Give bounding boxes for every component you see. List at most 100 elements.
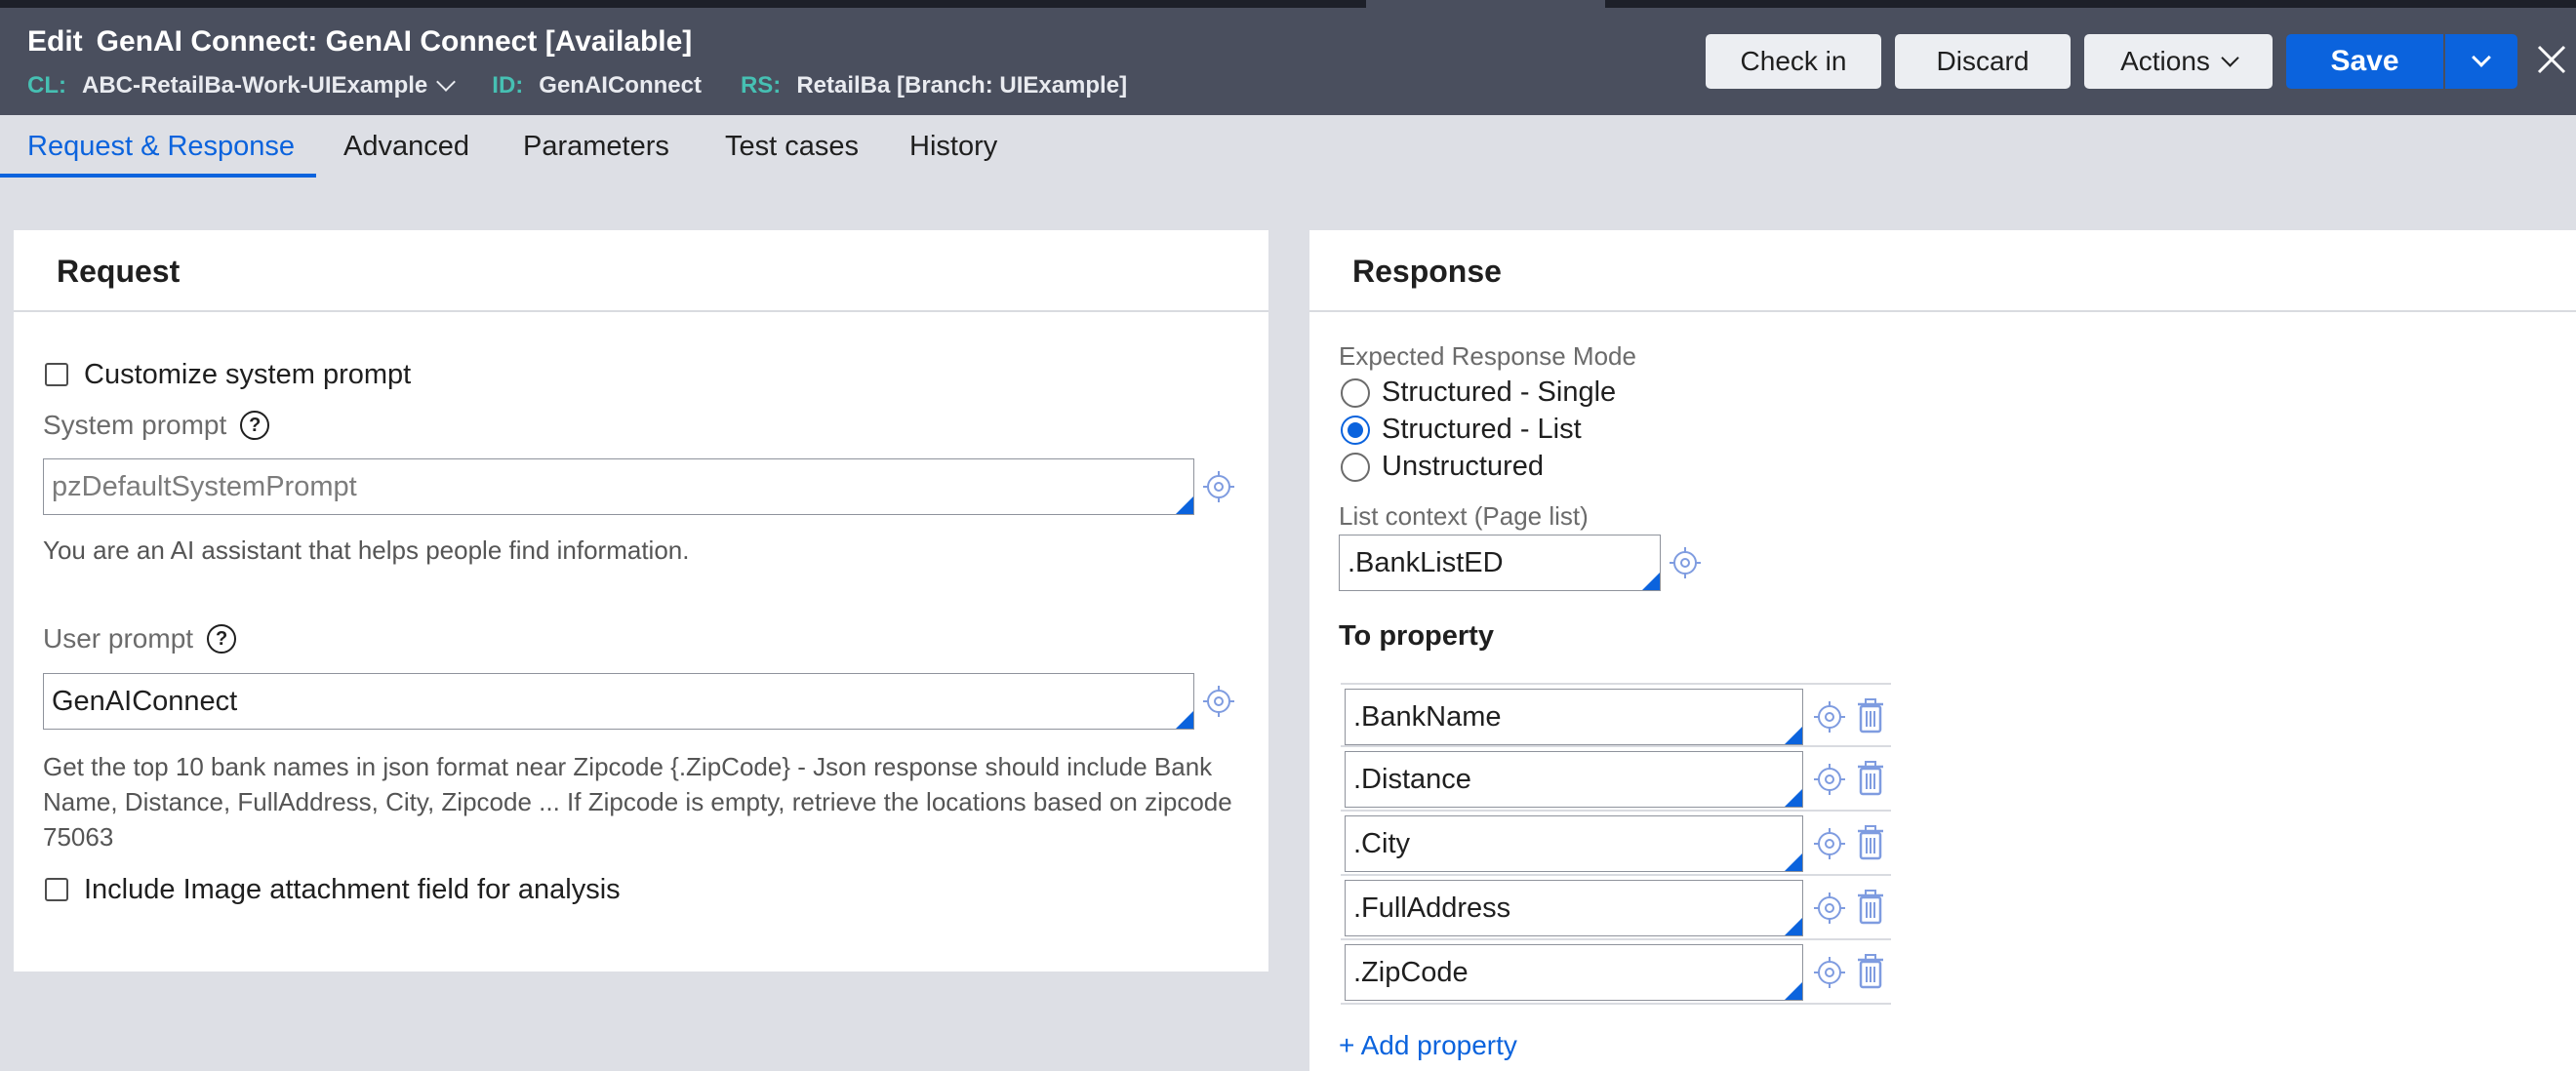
crosshair-icon[interactable] (1813, 700, 1846, 734)
user-prompt-label: User prompt (43, 623, 194, 654)
editor-header: Edit GenAI Connect: GenAI Connect [Availa… (0, 0, 2576, 115)
add-property-link[interactable]: + Add property (1339, 1030, 1517, 1061)
autocomplete-corner (1642, 573, 1660, 590)
divider (1309, 310, 2576, 312)
actions-menu-button[interactable]: Actions (2084, 34, 2273, 89)
ruleset-value: RetailBa [Branch: UIExample] (796, 72, 1128, 99)
help-icon[interactable]: ? (240, 411, 270, 440)
property-input[interactable]: .Distance (1345, 751, 1803, 808)
radio-structured-single[interactable] (1341, 378, 1370, 408)
autocomplete-corner (1785, 727, 1802, 744)
cl-key: CL: (27, 72, 66, 99)
radio-structured-list-label: Structured - List (1382, 414, 1582, 445)
tab-request-response[interactable]: Request & Response (27, 131, 295, 163)
request-title: Request (57, 254, 181, 289)
property-value: .BankName (1353, 700, 1502, 733)
tab-parameters[interactable]: Parameters (523, 131, 669, 163)
property-input[interactable]: .BankName (1345, 689, 1803, 745)
header-top-stripe (1605, 0, 2576, 8)
property-value: .FullAddress (1353, 892, 1511, 924)
customize-system-prompt-label: Customize system prompt (84, 359, 412, 390)
radio-structured-single-label: Structured - Single (1382, 377, 1617, 408)
trash-icon[interactable] (1856, 698, 1885, 734)
system-prompt-label-row: System prompt ? (43, 410, 270, 441)
request-panel: Request Customize system prompt System p… (14, 230, 1268, 972)
response-title: Response (1352, 254, 1502, 289)
crosshair-icon[interactable] (1202, 470, 1235, 503)
save-options-button[interactable] (2445, 34, 2517, 89)
user-prompt-input[interactable]: GenAIConnect (43, 673, 1194, 730)
list-item: .BankName (1341, 683, 1891, 747)
crosshair-icon[interactable] (1669, 546, 1702, 579)
chevron-down-icon[interactable] (436, 72, 457, 92)
list-item: .City (1341, 812, 1891, 876)
id-key: ID: (492, 72, 524, 99)
radio-unstructured-label: Unstructured (1382, 451, 1545, 482)
crosshair-icon[interactable] (1813, 956, 1846, 989)
property-input[interactable]: .City (1345, 815, 1803, 872)
header-top-stripe (0, 0, 1366, 8)
user-prompt-text: Get the top 10 bank names in json format… (43, 752, 1232, 852)
help-icon[interactable]: ? (207, 624, 237, 654)
autocomplete-corner (1785, 789, 1802, 807)
tab-history[interactable]: History (909, 131, 997, 163)
trash-icon[interactable] (1856, 761, 1885, 796)
property-input[interactable]: .FullAddress (1345, 880, 1803, 936)
response-panel: Response Expected Response Mode Structur… (1309, 230, 2576, 1071)
chevron-down-icon (2472, 48, 2491, 67)
chevron-down-icon (2221, 48, 2239, 67)
property-value: .City (1353, 827, 1410, 859)
actions-label: Actions (2120, 46, 2210, 76)
crosshair-icon[interactable] (1202, 685, 1235, 718)
autocomplete-corner (1176, 711, 1193, 729)
autocomplete-corner (1785, 982, 1802, 1000)
crosshair-icon[interactable] (1813, 892, 1846, 925)
system-prompt-input[interactable]: pzDefaultSystemPrompt (43, 458, 1194, 515)
divider (14, 310, 1268, 312)
save-button[interactable]: Save (2286, 34, 2443, 89)
customize-system-prompt-checkbox[interactable] (45, 363, 68, 386)
list-context-value: .BankListED (1348, 546, 1504, 578)
rule-title: GenAI Connect: GenAI Connect [Available] (96, 25, 693, 58)
check-in-button[interactable]: Check in (1706, 34, 1881, 89)
to-property-label: To property (1339, 620, 1494, 652)
autocomplete-corner (1785, 918, 1802, 935)
system-prompt-label: System prompt (43, 410, 227, 440)
property-input[interactable]: .ZipCode (1345, 944, 1803, 1001)
active-tab-indicator (0, 174, 316, 178)
rule-id-value: GenAIConnect (539, 72, 702, 99)
user-prompt-value: GenAIConnect (52, 685, 238, 717)
trash-icon[interactable] (1856, 954, 1885, 989)
trash-icon[interactable] (1856, 890, 1885, 925)
tab-advanced[interactable]: Advanced (343, 131, 469, 163)
discard-button[interactable]: Discard (1895, 34, 2071, 89)
list-context-label: List context (Page list) (1339, 501, 1589, 531)
rs-key: RS: (740, 72, 782, 99)
radio-structured-list[interactable] (1341, 416, 1370, 445)
class-name-link[interactable]: ABC-RetailBa-Work-UIExample (82, 72, 427, 99)
radio-unstructured[interactable] (1341, 453, 1370, 482)
tab-test-cases[interactable]: Test cases (725, 131, 859, 163)
trash-icon[interactable] (1856, 825, 1885, 860)
include-image-checkbox[interactable] (45, 878, 68, 901)
crosshair-icon[interactable] (1813, 827, 1846, 860)
page-title: Edit GenAI Connect: GenAI Connect [Availa… (27, 25, 692, 59)
system-prompt-value: pzDefaultSystemPrompt (52, 470, 357, 502)
property-value: .ZipCode (1353, 956, 1469, 988)
rule-meta: CL: ABC-RetailBa-Work-UIExample ID: GenA… (27, 72, 1127, 99)
include-image-label: Include Image attachment field for analy… (84, 874, 621, 905)
list-item: .Distance (1341, 747, 1891, 812)
list-context-input[interactable]: .BankListED (1339, 535, 1661, 591)
property-value: .Distance (1353, 763, 1471, 795)
autocomplete-corner (1176, 496, 1193, 514)
system-prompt-text: You are an AI assistant that helps peopl… (43, 536, 690, 565)
close-icon[interactable] (2535, 43, 2568, 76)
list-item: .ZipCode (1341, 940, 1891, 1005)
crosshair-icon[interactable] (1813, 763, 1846, 796)
autocomplete-corner (1785, 853, 1802, 871)
tab-bar: Request & Response Advanced Parameters T… (0, 115, 2576, 179)
user-prompt-label-row: User prompt ? (43, 623, 237, 654)
list-item: .FullAddress (1341, 876, 1891, 940)
edit-label: Edit (27, 25, 83, 58)
response-mode-label: Expected Response Mode (1339, 341, 1636, 371)
